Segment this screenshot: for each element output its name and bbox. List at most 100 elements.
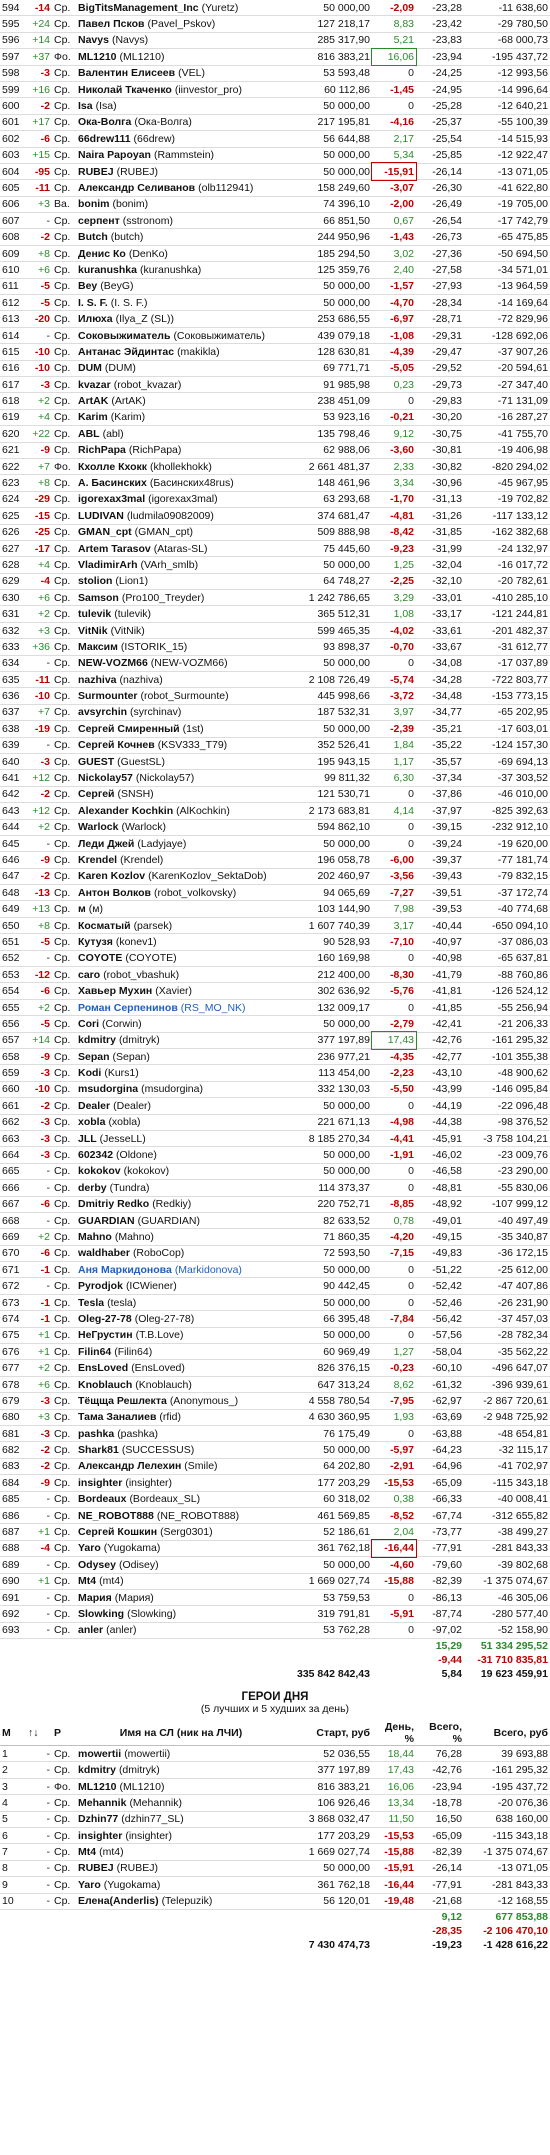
trader-name[interactable]: BigTitsManagement_Inc xyxy=(78,2,199,14)
trader-name[interactable]: Кхолле Кхокк xyxy=(78,461,147,473)
trader-name[interactable]: Filin64 xyxy=(78,1346,111,1358)
trader-name[interactable]: insighter xyxy=(78,1477,122,1489)
trader-name[interactable]: Kodi xyxy=(78,1067,101,1079)
trader-name[interactable]: Mahno xyxy=(78,1231,112,1243)
trader-name[interactable]: kuranushka xyxy=(78,264,137,276)
trader-name[interactable]: Антанас Эйдинтас xyxy=(78,346,174,358)
trader-name[interactable]: GMAN_cpt xyxy=(78,526,132,538)
trader-name[interactable]: kvazar xyxy=(78,379,111,391)
trader-name[interactable]: insighter xyxy=(78,1830,122,1842)
trader-name[interactable]: derby xyxy=(78,1182,107,1194)
col-place[interactable]: М xyxy=(0,1721,26,1747)
trader-name[interactable]: Navys xyxy=(78,34,109,46)
trader-name[interactable]: VitNik xyxy=(78,625,108,637)
trader-name[interactable]: Pyrodjok xyxy=(78,1280,123,1292)
trader-name[interactable]: Warlock xyxy=(78,821,118,833)
trader-name[interactable]: Alexander Kochkin xyxy=(78,805,173,817)
col-total-rub[interactable]: Всего, руб xyxy=(464,1721,550,1747)
trader-name[interactable]: Косматый xyxy=(78,920,131,932)
trader-name[interactable]: Сергей Смиренный xyxy=(78,723,180,735)
trader-name[interactable]: ABL xyxy=(78,428,100,440)
trader-name[interactable]: Bordeaux xyxy=(78,1493,126,1505)
trader-name[interactable]: Хавьер Мухин xyxy=(78,985,152,997)
trader-name[interactable]: Artem Tarasov xyxy=(78,543,151,555)
trader-name[interactable]: Валентин Елисеев xyxy=(78,67,175,79)
trader-name[interactable]: GUEST xyxy=(78,756,114,768)
trader-name[interactable]: NEW-VOZM66 xyxy=(78,657,148,669)
trader-name[interactable]: Сергей xyxy=(78,788,115,800)
trader-name[interactable]: 66drew111 xyxy=(78,133,131,145)
trader-name[interactable]: anler xyxy=(78,1624,103,1636)
trader-name[interactable]: м xyxy=(78,903,86,915)
trader-name[interactable]: bonim xyxy=(78,198,110,210)
trader-name[interactable]: Cori xyxy=(78,1018,99,1030)
trader-name[interactable]: ML1210 xyxy=(78,1781,117,1793)
trader-name[interactable]: EnsLoved xyxy=(78,1362,128,1374)
trader-name[interactable]: Александр Селиванов xyxy=(78,182,195,194)
trader-name[interactable]: avsyrchin xyxy=(78,706,127,718)
col-start[interactable]: Старт, руб xyxy=(286,1721,372,1747)
trader-name[interactable]: Николай Ткаченко xyxy=(78,84,172,96)
trader-name[interactable]: Аня Маркидонова xyxy=(78,1264,172,1276)
trader-name[interactable]: Мария xyxy=(78,1592,112,1604)
trader-name[interactable]: Knoblauch xyxy=(78,1379,132,1391)
trader-name[interactable]: Павел Псков xyxy=(78,18,145,30)
trader-name[interactable]: kdmitry xyxy=(78,1764,116,1776)
trader-name[interactable]: Кутузя xyxy=(78,936,113,948)
trader-name[interactable]: Shark81 xyxy=(78,1444,119,1456)
trader-name[interactable]: RUBEJ xyxy=(78,166,114,178)
trader-name[interactable]: Krendel xyxy=(78,854,117,866)
trader-name[interactable]: Антон Волков xyxy=(78,887,151,899)
trader-name[interactable]: I. S. F. xyxy=(78,297,108,309)
trader-name[interactable]: Тёщща Решлекта xyxy=(78,1395,167,1407)
trader-name[interactable]: kokokov xyxy=(78,1165,121,1177)
col-name[interactable]: Имя на СЛ (ник на ЛЧИ) xyxy=(76,1721,286,1747)
trader-name[interactable]: pashka xyxy=(78,1428,114,1440)
trader-name[interactable]: Tesla xyxy=(78,1297,104,1309)
trader-name[interactable]: Роман Серпенинов xyxy=(78,1002,178,1014)
trader-name[interactable]: Ока-Волга xyxy=(78,116,131,128)
trader-name[interactable]: Bey xyxy=(78,280,97,292)
trader-name[interactable]: GUARDIAN xyxy=(78,1215,135,1227)
trader-name[interactable]: 602342 xyxy=(78,1149,113,1161)
trader-name[interactable]: Isa xyxy=(78,100,93,112)
trader-name[interactable]: Илюха xyxy=(78,313,113,325)
trader-name[interactable]: Mehannik xyxy=(78,1797,126,1809)
col-day[interactable]: День, % xyxy=(372,1721,416,1747)
trader-name[interactable]: LUDIVAN xyxy=(78,510,124,522)
trader-name[interactable]: Karen Kozlov xyxy=(78,870,145,882)
trader-name[interactable]: caro xyxy=(78,969,100,981)
trader-name[interactable]: Dealer xyxy=(78,1100,110,1112)
trader-name[interactable]: Nickolay57 xyxy=(78,772,133,784)
trader-name[interactable]: Surmounter xyxy=(78,690,138,702)
trader-name[interactable]: Mt4 xyxy=(78,1846,96,1858)
trader-name[interactable]: waldhaber xyxy=(78,1247,130,1259)
trader-name[interactable]: Samson xyxy=(78,592,119,604)
trader-name[interactable]: Тама Заналиев xyxy=(78,1411,156,1423)
trader-name[interactable]: Mt4 xyxy=(78,1575,96,1587)
trader-name[interactable]: stolion xyxy=(78,575,112,587)
trader-name[interactable]: RUBEJ xyxy=(78,1862,114,1874)
trader-name[interactable]: Butch xyxy=(78,231,108,243)
trader-name[interactable]: Сергей Кошкин xyxy=(78,1526,157,1538)
trader-name[interactable]: Sepan xyxy=(78,1051,110,1063)
trader-name[interactable]: ArtAK xyxy=(78,395,108,407)
trader-name[interactable]: Соковыжиматель xyxy=(78,330,170,342)
trader-name[interactable]: Елена(Anderlis) xyxy=(78,1895,159,1907)
trader-name[interactable]: Dzhin77 xyxy=(78,1813,118,1825)
col-change[interactable]: ↑↓ xyxy=(26,1721,52,1747)
trader-name[interactable]: Сергей Кочнев xyxy=(78,739,155,751)
trader-name[interactable]: НеГрустин xyxy=(78,1329,133,1341)
trader-name[interactable]: ML1210 xyxy=(78,51,117,63)
trader-name[interactable]: igorexax3mal xyxy=(78,493,145,505)
trader-name[interactable]: Максим xyxy=(78,641,118,653)
trader-name[interactable]: tulevik xyxy=(78,608,111,620)
col-type[interactable]: Р xyxy=(52,1721,76,1747)
trader-name[interactable]: nazhiva xyxy=(78,674,117,686)
trader-name[interactable]: COYOTE xyxy=(78,952,122,964)
trader-name[interactable]: Yaro xyxy=(78,1542,101,1554)
trader-name[interactable]: msudorgina xyxy=(78,1083,138,1095)
trader-name[interactable]: RichPapa xyxy=(78,444,126,456)
trader-name[interactable]: Александр Лелехин xyxy=(78,1460,181,1472)
trader-name[interactable]: Naira Papoyan xyxy=(78,149,151,161)
